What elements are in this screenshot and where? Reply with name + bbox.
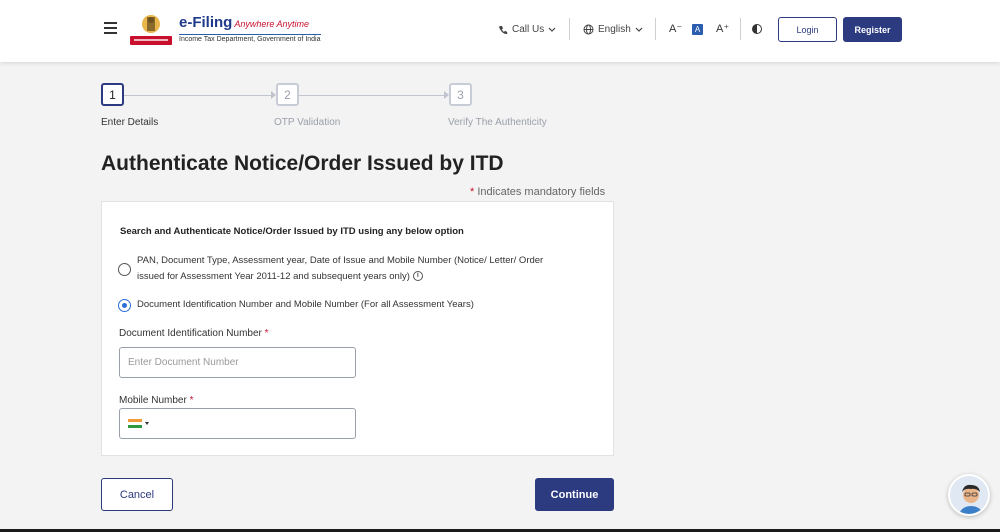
step-connector: [299, 95, 447, 96]
call-us-dropdown[interactable]: Call Us: [498, 24, 556, 35]
language-dropdown[interactable]: English: [583, 24, 643, 35]
divider: [740, 18, 741, 40]
option-din-label[interactable]: Document Identification Number and Mobil…: [137, 297, 474, 313]
document-number-input[interactable]: Enter Document Number: [119, 347, 356, 378]
hamburger-menu-icon[interactable]: [104, 22, 118, 36]
globe-icon: [583, 24, 594, 35]
call-us-label: Call Us: [512, 24, 545, 35]
efiling-logo[interactable]: e-Filing Anywhere Anytime Income Tax Depa…: [128, 12, 321, 48]
language-label: English: [598, 24, 631, 35]
brand-tagline: Anywhere Anytime: [234, 19, 310, 29]
india-flag-icon: [128, 418, 142, 429]
step-2-indicator: 2: [276, 83, 299, 106]
emblem-icon: [130, 15, 172, 45]
step-3-indicator: 3: [449, 83, 472, 106]
chatbot-avatar-button[interactable]: [948, 474, 990, 516]
cancel-button[interactable]: Cancel: [101, 478, 173, 511]
info-icon[interactable]: i: [412, 271, 423, 282]
step-3-label: Verify The Authenticity: [448, 117, 547, 128]
brand-subtitle: Income Tax Department, Government of Ind…: [179, 34, 321, 43]
option-din-radio[interactable]: [118, 299, 131, 312]
document-number-label: Document Identification Number *: [119, 328, 269, 339]
font-increase-button[interactable]: A⁺: [716, 22, 729, 35]
mobile-number-label: Mobile Number *: [119, 395, 194, 406]
font-decrease-button[interactable]: A⁻: [669, 22, 682, 35]
caret-down-icon: [145, 422, 149, 425]
step-connector: [124, 95, 274, 96]
step-1-label: Enter Details: [101, 117, 159, 128]
divider: [655, 18, 656, 40]
continue-button[interactable]: Continue: [535, 478, 614, 511]
brand-title: e-Filing Anywhere Anytime: [179, 14, 310, 31]
form-heading: Search and Authenticate Notice/Order Iss…: [120, 226, 464, 237]
chevron-down-icon: [635, 27, 643, 32]
option-pan-label[interactable]: PAN, Document Type, Assessment year, Dat…: [137, 253, 543, 285]
divider: [569, 18, 570, 40]
contrast-icon[interactable]: [752, 24, 762, 34]
top-header: e-Filing Anywhere Anytime Income Tax Depa…: [0, 0, 1000, 62]
mandatory-note: * Indicates mandatory fields: [470, 186, 606, 198]
authentication-form-card: Search and Authenticate Notice/Order Iss…: [101, 201, 614, 456]
country-code-select[interactable]: [128, 418, 149, 429]
phone-icon: [499, 25, 508, 34]
login-button[interactable]: Login: [778, 17, 837, 42]
mobile-number-input[interactable]: [119, 408, 356, 439]
register-button[interactable]: Register: [843, 17, 902, 42]
step-1-indicator: 1: [101, 83, 124, 106]
font-normal-button[interactable]: A: [692, 24, 703, 35]
chatbot-avatar-icon: [950, 476, 988, 514]
step-2-label: OTP Validation: [274, 117, 341, 128]
page-title: Authenticate Notice/Order Issued by ITD: [101, 152, 504, 175]
chevron-down-icon: [548, 27, 556, 32]
option-pan-radio[interactable]: [118, 263, 131, 276]
